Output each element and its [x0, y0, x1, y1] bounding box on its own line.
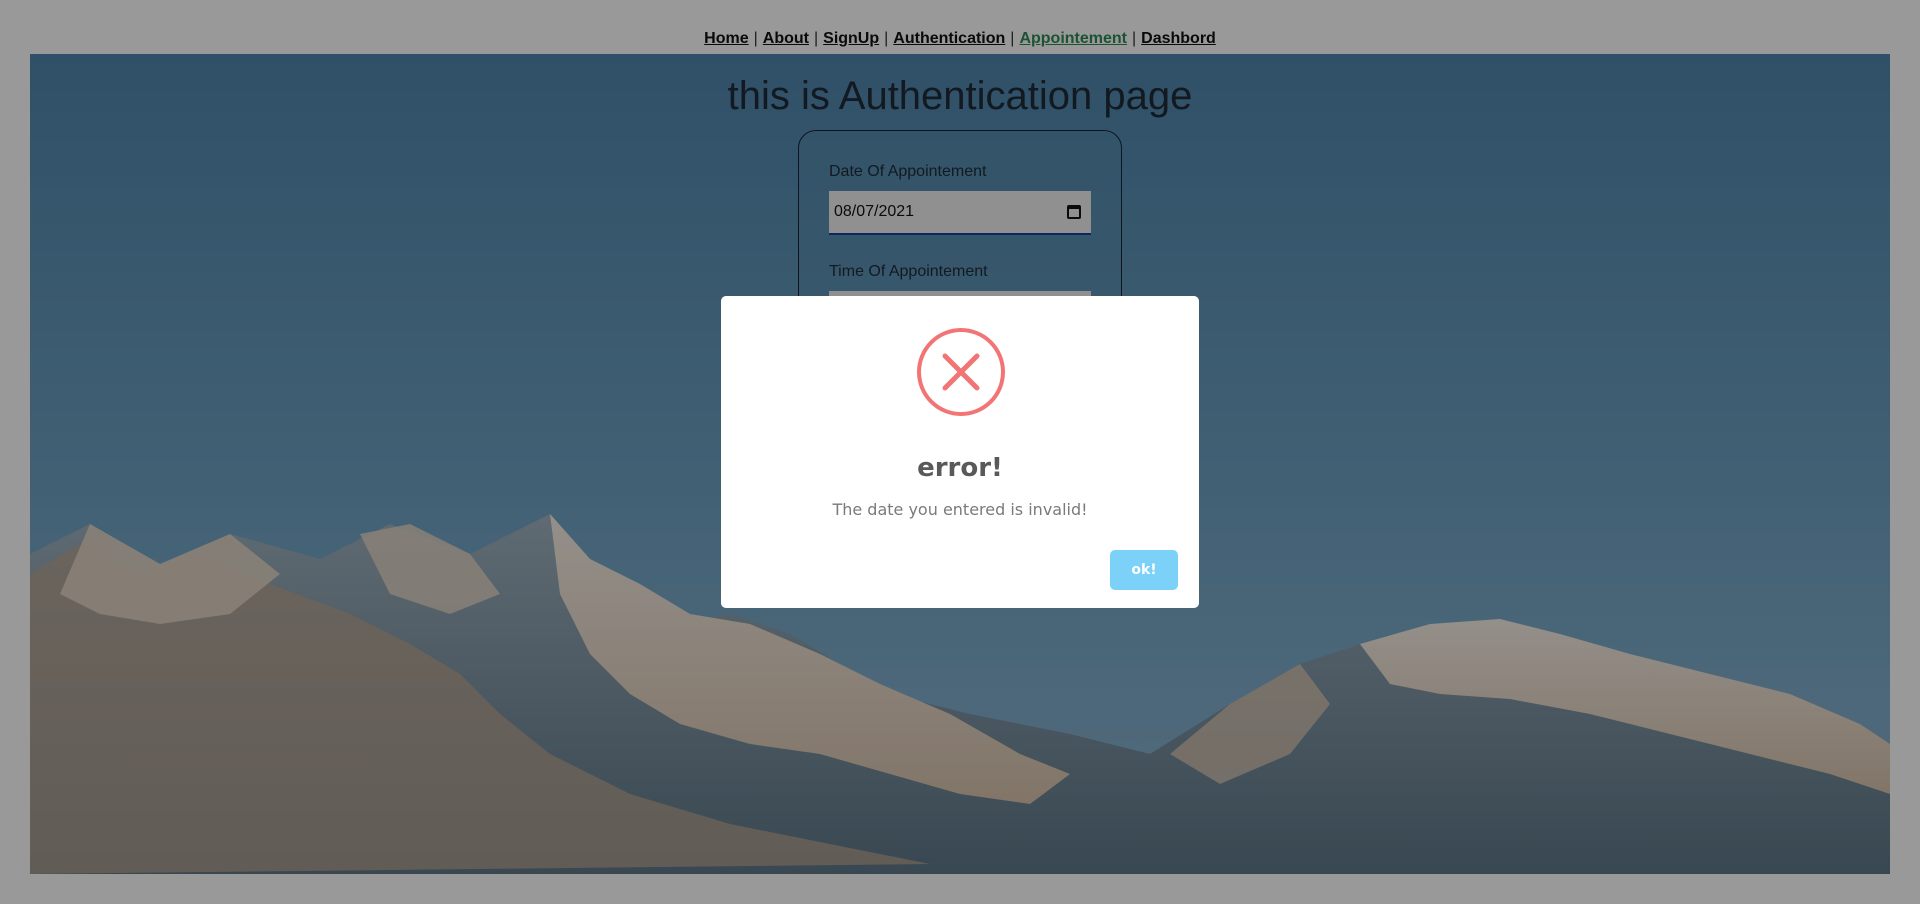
ok-button[interactable]: ok! — [1110, 550, 1178, 590]
error-x-circle-icon — [917, 328, 1005, 416]
alert-title: error! — [917, 453, 1003, 483]
error-alert-dialog: error! The date you entered is invalid! … — [721, 296, 1199, 608]
alert-message: The date you entered is invalid! — [832, 500, 1088, 519]
page: Home | About | SignUp | Authentication | Appoint… — [0, 0, 1920, 904]
